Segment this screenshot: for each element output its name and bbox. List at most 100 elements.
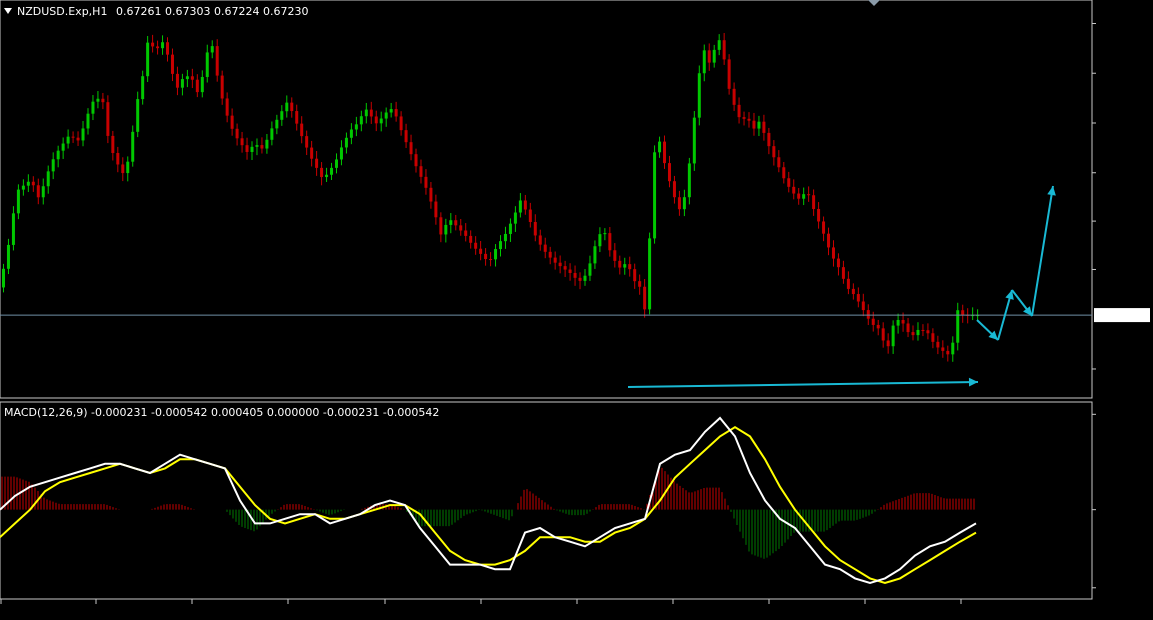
candle-body <box>474 242 478 249</box>
candle-body <box>667 163 671 182</box>
candle-body <box>250 146 254 152</box>
candle-body <box>295 111 299 124</box>
candle-body <box>245 145 249 152</box>
candle-body <box>414 154 418 167</box>
candle-body <box>454 220 458 226</box>
candle-body <box>81 128 85 141</box>
candle-body <box>737 104 741 118</box>
candle-body <box>861 301 865 311</box>
candle-body <box>46 171 50 187</box>
candle-body <box>528 209 532 222</box>
candle-body <box>334 159 338 168</box>
candle-body <box>101 98 105 103</box>
candle-body <box>96 98 100 102</box>
candle-body <box>210 46 214 53</box>
candle-body <box>369 109 373 117</box>
candle-body <box>802 194 806 199</box>
candle-body <box>21 185 25 190</box>
macd-caption: MACD(12,26,9) -0.000231 -0.000542 0.0004… <box>4 406 439 419</box>
candle-body <box>822 221 826 234</box>
candle-body <box>71 136 75 138</box>
candle-body <box>827 233 831 248</box>
candle-body <box>56 150 60 160</box>
candle-body <box>136 99 140 132</box>
candle-body <box>553 257 557 263</box>
candle-body <box>812 195 816 209</box>
candle-body <box>817 208 821 222</box>
candle-body <box>16 189 20 214</box>
candle-body <box>692 117 696 164</box>
candle-body <box>941 347 945 351</box>
symbol-caption: NZDUSD.Exp,H1 <box>17 5 107 18</box>
ohlc-caption: 0.67261 0.67303 0.67224 0.67230 <box>116 5 308 18</box>
candle-body <box>797 193 801 199</box>
candle-body <box>926 330 930 334</box>
candle-body <box>831 247 835 259</box>
candle-body <box>205 52 209 77</box>
candle-body <box>628 264 632 270</box>
trading-chart[interactable]: NZDUSD.Exp,H1 0.67261 0.67303 0.67224 0.… <box>0 0 1153 620</box>
candle-body <box>762 121 766 133</box>
candle-body <box>563 266 567 270</box>
candle-body <box>290 102 294 112</box>
candle-body <box>533 221 537 236</box>
candle-body <box>707 50 711 63</box>
candle-body <box>752 120 756 129</box>
candle-body <box>643 286 647 310</box>
candle-body <box>185 76 189 80</box>
candle-body <box>896 319 900 326</box>
candle-body <box>648 238 652 310</box>
candle-body <box>146 42 150 77</box>
candle-body <box>841 267 845 279</box>
candle-body <box>578 277 582 281</box>
current-price-tag <box>1094 308 1150 323</box>
candle-body <box>374 116 378 124</box>
candle-body <box>439 217 443 235</box>
candle-body <box>931 333 935 342</box>
candle-body <box>871 318 875 325</box>
candle-body <box>240 138 244 146</box>
candle-body <box>513 212 517 224</box>
candle-body <box>782 167 786 179</box>
candle-body <box>742 117 746 119</box>
candle-body <box>220 75 224 99</box>
candle-body <box>305 136 309 148</box>
candle-body <box>891 325 895 347</box>
candle-body <box>787 178 791 187</box>
candle-body <box>116 153 120 165</box>
candle-body <box>111 135 115 154</box>
candle-body <box>175 73 179 88</box>
candle-body <box>503 233 507 242</box>
candle-body <box>518 200 522 213</box>
candle-body <box>593 246 597 264</box>
candle-body <box>394 109 398 117</box>
candle-body <box>444 224 448 235</box>
candle-body <box>409 142 413 155</box>
candle-body <box>687 163 691 198</box>
candle-body <box>429 187 433 202</box>
candle-body <box>166 42 170 55</box>
candle-body <box>672 181 676 198</box>
candle-body <box>225 98 229 116</box>
candle-body <box>732 88 736 105</box>
candle-body <box>330 167 334 175</box>
candle-body <box>916 329 920 336</box>
candle-body <box>265 139 269 149</box>
candle-body <box>901 319 905 324</box>
candle-body <box>523 200 527 210</box>
candle-body <box>404 130 408 143</box>
candle-body <box>767 132 771 147</box>
candle-body <box>235 128 239 139</box>
candle-body <box>339 147 343 160</box>
candle-body <box>618 260 622 268</box>
candle-body <box>389 109 393 113</box>
candle-body <box>548 251 552 258</box>
candle-body <box>961 310 965 315</box>
candle-body <box>364 109 368 117</box>
candle-body <box>300 123 304 137</box>
candle-body <box>588 263 592 276</box>
candle-body <box>76 137 80 141</box>
candle-body <box>653 152 657 239</box>
candle-body <box>156 46 160 49</box>
candle-body <box>190 76 194 80</box>
